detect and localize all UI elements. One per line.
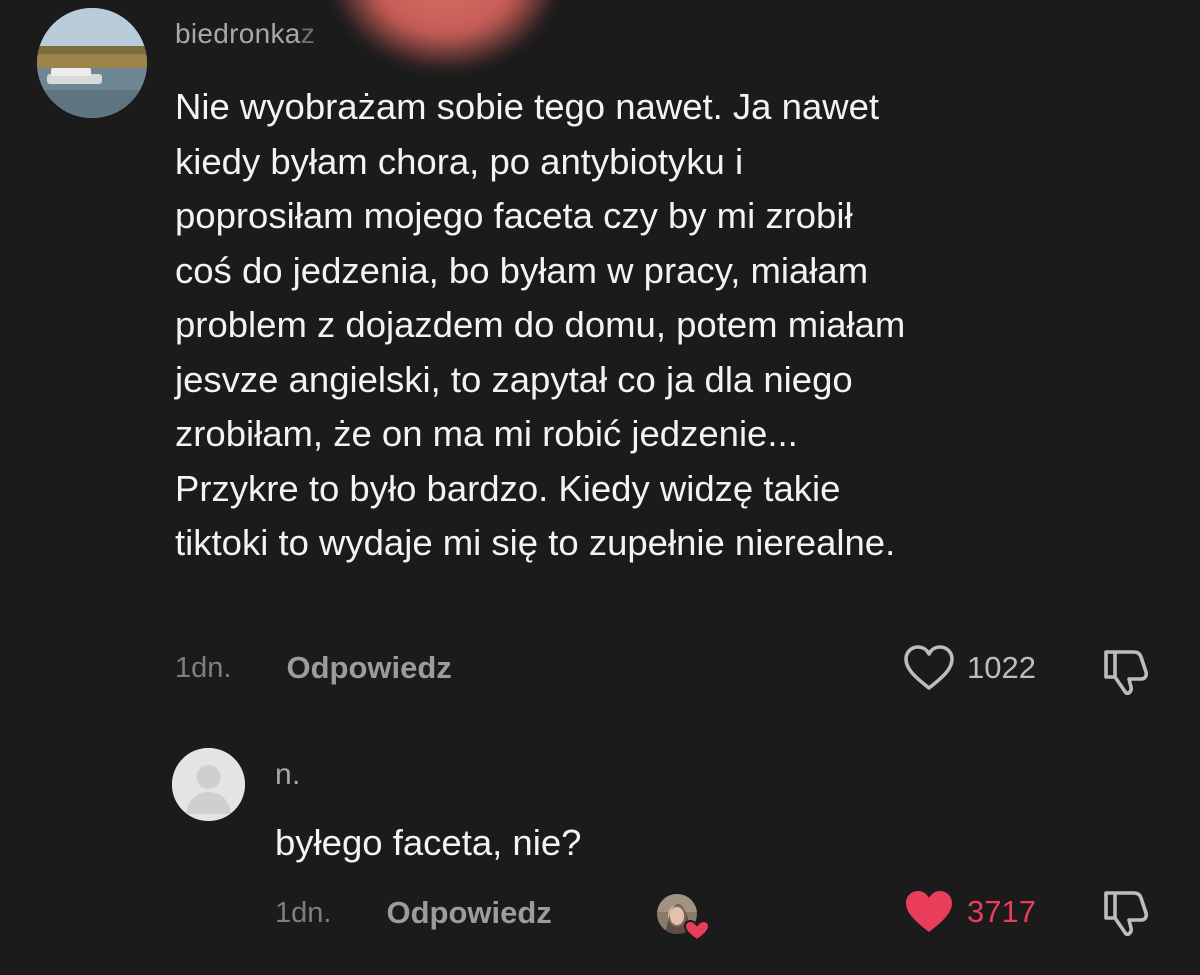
like-count: 3717 — [967, 894, 1036, 929]
like-button[interactable]: 3717 — [903, 888, 1036, 936]
comment-line: Przykre to było bardzo. Kiedy widzę taki… — [175, 467, 841, 509]
comment-line: jesvze angielski, to zapytał co ja dla n… — [175, 358, 853, 400]
comment-text: Nie wyobrażam sobie tego nawet. Ja nawet… — [175, 80, 1175, 571]
like-count: 1022 — [967, 650, 1036, 685]
comment-meta: 1dn. Odpowiedz — [275, 895, 552, 931]
username[interactable]: biedronkaz — [175, 18, 315, 50]
comments-screen: biedronkaz Nie wyobrażam sobie tego nawe… — [0, 0, 1200, 975]
comment-line: problem z dojazdem do domu, potem miałam — [175, 304, 906, 345]
comment-line: coś do jedzenia, bo byłam w pracy, miała… — [175, 249, 869, 291]
avatar[interactable] — [37, 8, 147, 118]
reply-button[interactable]: Odpowiedz — [386, 895, 551, 931]
comment-timestamp: 1dn. — [275, 896, 332, 929]
avatar[interactable] — [172, 748, 245, 821]
creator-avatar-icon — [657, 894, 711, 942]
username-text-faded: z — [300, 18, 315, 49]
comment-line: kiedy byłam chora, po antybiotyku i — [175, 140, 744, 182]
heart-outline-icon — [904, 645, 954, 690]
heart-filled-icon — [906, 891, 952, 932]
comment-line: Nie wyobrażam sobie tego nawet. Ja nawet — [175, 86, 880, 127]
finger-blur-overlay — [330, 0, 560, 70]
dislike-button[interactable] — [1098, 887, 1152, 942]
thumbs-down-icon — [1104, 650, 1149, 695]
comment-text: byłego faceta, nie? — [275, 822, 582, 863]
reply-button[interactable]: Odpowiedz — [286, 650, 451, 686]
like-button[interactable]: 1022 — [903, 644, 1036, 692]
dislike-button[interactable] — [1098, 646, 1152, 701]
comment-meta: 1dn. Odpowiedz — [175, 650, 452, 686]
default-avatar-icon — [172, 748, 245, 821]
comment-line: zrobiłam, że on ma mi robić jedzenie... — [175, 413, 798, 454]
username[interactable]: n. — [275, 758, 301, 792]
username-text: biedronka — [175, 18, 301, 49]
comment-timestamp: 1dn. — [175, 651, 232, 684]
comment-line: tiktoki to wydaje mi się to zupełnie nie… — [175, 522, 896, 563]
avatar-photo — [37, 8, 147, 118]
thumbs-down-icon — [1104, 891, 1149, 936]
comment-line: poprosiłam mojego faceta czy by mi zrobi… — [175, 195, 853, 236]
liked-by-creator-badge — [655, 892, 711, 942]
